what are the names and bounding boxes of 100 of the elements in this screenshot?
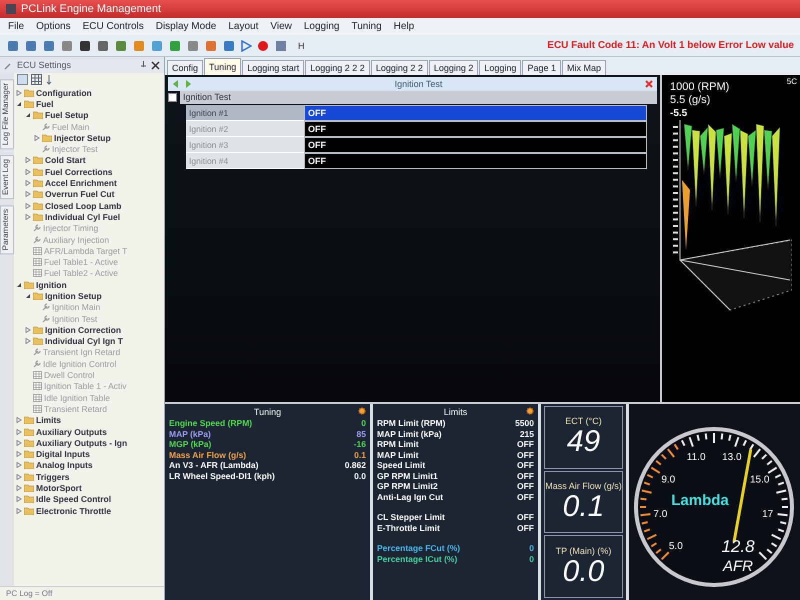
tree-item[interactable]: Fuel Setup (45, 110, 88, 120)
tree-item[interactable]: Injector Setup (54, 132, 111, 143)
parameter-label: RPM Limit (377, 439, 419, 450)
tree-item[interactable]: Auxiliary Outputs - Ign (36, 438, 128, 448)
tab[interactable]: Tuning (204, 58, 242, 75)
table-icon (33, 269, 42, 278)
tree-item[interactable]: Analog Inputs (36, 460, 93, 470)
tree-item[interactable]: Ignition Correction (45, 324, 122, 335)
tree-item[interactable]: Overrun Fuel Cut (45, 189, 114, 200)
parameter-value: 0.0 (354, 470, 366, 481)
group-header: Ignition Test (180, 91, 657, 104)
readout-label: Mass Air Flow (g/s) (545, 481, 622, 491)
parameter-value[interactable]: OFF (304, 121, 647, 137)
side-tab[interactable]: Log File Manager (0, 79, 14, 150)
tree-item[interactable]: MotorSport (36, 483, 82, 494)
app-icon (6, 4, 16, 14)
tab[interactable]: Logging 2 2 2 (305, 60, 370, 75)
tab[interactable]: Mix Map (562, 60, 606, 75)
grid-icon[interactable] (31, 74, 42, 85)
parameter-value[interactable]: OFF (304, 105, 647, 121)
list-icon[interactable] (17, 74, 28, 85)
tab[interactable]: Page 1 (522, 60, 561, 75)
parameter-label: MGP (kPa) (169, 439, 212, 450)
menu-item[interactable]: Tuning (351, 21, 382, 32)
table-icon (33, 258, 42, 266)
parameter-label: Engine Speed (RPM) (169, 418, 252, 428)
menu-item[interactable]: Logging (304, 21, 340, 32)
play-icon[interactable] (240, 38, 252, 52)
tree-item[interactable]: Ignition Setup (45, 290, 102, 301)
gauge-unit: AFR (723, 558, 753, 575)
parameter-value: 85 (356, 428, 366, 439)
tree-item[interactable]: Configuration (36, 88, 92, 98)
caret-icon[interactable] (25, 112, 31, 118)
tree-item[interactable]: Closed Loop Lamb (45, 200, 122, 211)
menu-item[interactable]: Display Mode (156, 21, 216, 32)
tick-label: 17 (762, 509, 774, 520)
parameter-value: OFF (517, 470, 534, 481)
tree-item[interactable]: Digital Inputs (36, 449, 90, 460)
caret-icon[interactable] (16, 100, 22, 107)
table-icon (33, 382, 42, 390)
parameter-label: RPM Limit (RPM) (377, 418, 446, 428)
readout-value: 0.1 (562, 491, 604, 523)
panel-title: Tuning (254, 407, 282, 417)
panel-title: ECU Settings (17, 60, 72, 70)
toolbar-label[interactable]: H (298, 40, 304, 50)
tab[interactable]: Logging (479, 60, 522, 75)
table-icon (33, 404, 42, 413)
menu-item[interactable]: Options (36, 21, 71, 32)
readout-value: 49 (566, 426, 600, 458)
menu-item[interactable]: View (270, 21, 292, 32)
plot-value: -5.5 (670, 107, 688, 120)
tree-item[interactable]: Triggers (36, 472, 70, 482)
window-title: Ignition Test (394, 79, 444, 89)
parameter-label: GP RPM Limit1 (377, 470, 438, 481)
arrows-icon[interactable] (172, 79, 192, 89)
tab[interactable]: Logging start (242, 60, 304, 75)
parameter-name: Ignition #1 (186, 105, 304, 121)
caret-icon[interactable] (25, 292, 31, 299)
toolbar-icon[interactable] (78, 38, 92, 52)
tree-item[interactable]: Individual Cyl Fuel (45, 212, 120, 222)
sort-icon[interactable] (45, 74, 54, 85)
parameter-label: GP RPM Limit2 (377, 481, 438, 492)
parameter-value: OFF (517, 481, 534, 492)
record-icon[interactable] (256, 38, 270, 52)
tab[interactable]: Logging 2 (428, 60, 478, 75)
tree-item[interactable]: Idle Speed Control (36, 494, 112, 504)
gear-icon[interactable] (526, 407, 534, 415)
parameter-value: OFF (517, 450, 534, 460)
tree-item[interactable]: Ignition (36, 280, 67, 290)
tree-item[interactable]: Limits (36, 415, 62, 426)
pin-icon[interactable] (140, 60, 147, 70)
menu-item[interactable]: ECU Controls (82, 21, 144, 32)
menu-item[interactable]: File (8, 21, 24, 32)
plot-label: 5.5 (g/s) (670, 94, 712, 107)
stop-icon[interactable] (274, 38, 288, 52)
menu-item[interactable]: Help (394, 21, 414, 32)
tree-item[interactable]: Individual Cyl Ign T (45, 336, 123, 346)
tab[interactable]: Logging 2 2 (370, 60, 428, 75)
parameter-value[interactable]: OFF (304, 137, 647, 153)
tab[interactable]: Config (167, 60, 204, 75)
side-tab[interactable]: Event Log (0, 155, 14, 200)
collapse-box[interactable] (168, 93, 177, 102)
tree-item[interactable]: Electronic Throttle (36, 506, 112, 516)
parameter-value[interactable]: OFF (304, 153, 647, 169)
tree-item[interactable]: Fuel Corrections (45, 166, 113, 177)
tree-item[interactable]: Cold Start (45, 155, 86, 166)
tree-item[interactable]: Accel Enrichment (45, 178, 117, 188)
folder-icon (42, 134, 52, 142)
tree-item[interactable]: Auxiliary Outputs (36, 426, 107, 437)
tree-item[interactable]: Fuel (36, 98, 54, 109)
toolbar-icon[interactable] (96, 38, 110, 52)
caret-icon[interactable] (16, 282, 22, 288)
gear-icon[interactable] (358, 407, 366, 415)
menu-item[interactable]: Layout (228, 21, 258, 32)
close-icon[interactable] (151, 60, 160, 70)
side-tab[interactable]: Parameters (0, 205, 14, 255)
tick-label: 15.0 (750, 474, 770, 486)
parameter-name: Ignition #4 (186, 153, 304, 169)
tick-label: 13.0 (722, 452, 742, 464)
parameter-value: 215 (520, 428, 534, 439)
